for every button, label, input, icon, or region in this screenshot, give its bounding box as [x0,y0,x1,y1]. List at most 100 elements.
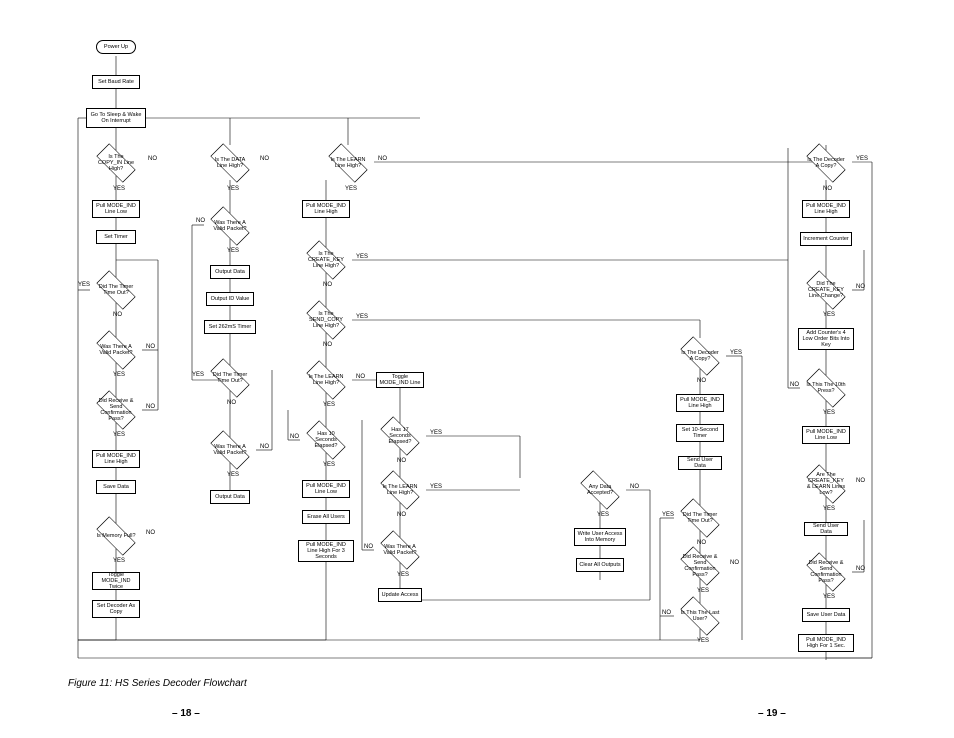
node-send-ud-1: Send User Data [678,456,722,470]
node-pull-low-2: Pull MODE_IND Line Low [302,480,350,498]
label-yes: YES [430,430,442,436]
label-no: NO [290,434,299,440]
node-pull-high-6: Pull MODE_IND High For 1 Sec. [798,634,854,652]
label-no: NO [323,282,332,288]
node-sleep: Go To Sleep & Wake On Interrupt [86,108,146,128]
node-valid-pkt-1: Was There A Valid Packet? [90,332,142,368]
node-timer-out-2: Did The Timer Time Out? [204,360,256,396]
node-set-dec-copy: Set Decoder As Copy [92,600,140,618]
node-set-10s: Set 10-Second Timer [676,424,724,442]
node-out-id: Output ID Value [206,292,254,306]
label-no: NO [823,186,832,192]
label-no: NO [397,458,406,464]
label-no: NO [856,478,865,484]
page-number-left: – 18 – [172,708,200,719]
node-dec-copy-2: Is The Decoder A Copy? [800,145,852,181]
node-set-timer: Set Timer [96,230,136,244]
node-pull-high-1: Pull MODE_IND Line High [92,450,140,468]
node-toggle-twice: Toggle MODE_IND Twice [92,572,140,590]
label-yes: YES [113,186,125,192]
label-no: NO [856,566,865,572]
node-pull-low-3: Pull MODE_IND Line Low [802,426,850,444]
node-recv-conf-3: Did Receive & Send Confirmation Pass? [800,554,852,590]
label-yes: YES [430,484,442,490]
label-yes: YES [78,282,90,288]
label-yes: YES [113,372,125,378]
node-recv-conf-1: Did Receive & Send Confirmation Pass? [90,392,142,428]
label-no: NO [856,284,865,290]
label-no: NO [378,156,387,162]
node-set-262: Set 262mS Timer [204,320,256,334]
node-clear-out: Clear All Outputs [576,558,624,572]
node-learn-high: Is The LEARN Line High? [322,145,374,181]
label-no: NO [260,156,269,162]
node-save-ud: Save User Data [802,608,850,622]
label-no: NO [113,312,122,318]
label-yes: YES [823,312,835,318]
node-mem-full: Is Memory Full? [90,518,142,554]
label-yes: YES [397,572,409,578]
label-yes: YES [356,314,368,320]
label-no: NO [260,444,269,450]
node-valid-pkt-2: Was There A Valid Packet? [204,208,256,244]
label-yes: YES [697,638,709,644]
label-yes: YES [662,512,674,518]
node-update-access: Update Access [378,588,422,602]
label-no: NO [730,560,739,566]
node-save-data-1: Save Data [96,480,136,494]
label-no: NO [227,400,236,406]
node-erase-all: Erase All Users [302,510,350,524]
node-17s: Has 17 Seconds Elapsed? [374,418,426,454]
node-out-data-2: Output Data [210,490,250,504]
node-inc-ctr: Increment Counter [800,232,852,246]
label-yes: YES [323,402,335,408]
node-pull-high-5: Pull MODE_IND Line High [802,200,850,218]
node-data-high: Is The DATA Line High? [204,145,256,181]
label-yes: YES [192,372,204,378]
node-any-data: Any Data Accepted? [574,472,626,508]
label-yes: YES [730,350,742,356]
label-no: NO [790,382,799,388]
label-yes: YES [823,506,835,512]
label-yes: YES [356,254,368,260]
label-no: NO [662,610,671,616]
node-out-data-1: Output Data [210,265,250,279]
label-yes: YES [823,594,835,600]
node-tenth: Is This The 10th Press? [800,370,852,406]
page-number-right: – 19 – [758,708,786,719]
node-valid-pkt-3: Was There A Valid Packet? [204,432,256,468]
node-power-up: Power Up [96,40,136,54]
label-no: NO [356,374,365,380]
label-yes: YES [345,186,357,192]
label-no: NO [697,378,706,384]
label-yes: YES [823,410,835,416]
label-no: NO [397,512,406,518]
node-timer-out-1: Did The Timer Time Out? [90,272,142,308]
node-recv-conf-2: Did Receive & Send Confirmation Pass? [674,548,726,584]
node-toggle-line: Toggle MODE_IND Line [376,372,424,388]
label-no: NO [323,342,332,348]
node-pull-high-2: Pull MODE_IND Line High [302,200,350,218]
node-send-copy: Is The SEND_COPY Line High? [300,302,352,338]
label-yes: YES [597,512,609,518]
label-yes: YES [323,462,335,468]
node-pull-low-1: Pull MODE_IND Line Low [92,200,140,218]
label-no: NO [146,404,155,410]
node-timer-out-3: Did The Timer Time Out? [674,500,726,536]
label-no: NO [697,540,706,546]
node-learn-high-3: Is The LEARN Line High? [374,472,426,508]
label-yes: YES [113,558,125,564]
node-pull-high-4: Pull MODE_IND Line High [676,394,724,412]
label-yes: YES [856,156,868,162]
figure-caption: Figure 11: HS Series Decoder Flowchart [68,678,247,689]
node-dec-copy-1: Is The Decoder A Copy? [674,338,726,374]
label-yes: YES [227,472,239,478]
node-set-baud: Set Baud Rate [92,75,140,89]
node-learn-low: Are The CREATE_KEY & LEARN Lines Low? [800,466,852,502]
node-create-key: Is The CREATE_KEY Line High? [300,242,352,278]
label-yes: YES [697,588,709,594]
node-valid-pkt-4: Was There A Valid Packet? [374,532,426,568]
node-copy-in: Is The COPY_IN Line High? [90,145,142,181]
label-no: NO [630,484,639,490]
node-learn-high-2: Is The LEARN Line High? [300,362,352,398]
